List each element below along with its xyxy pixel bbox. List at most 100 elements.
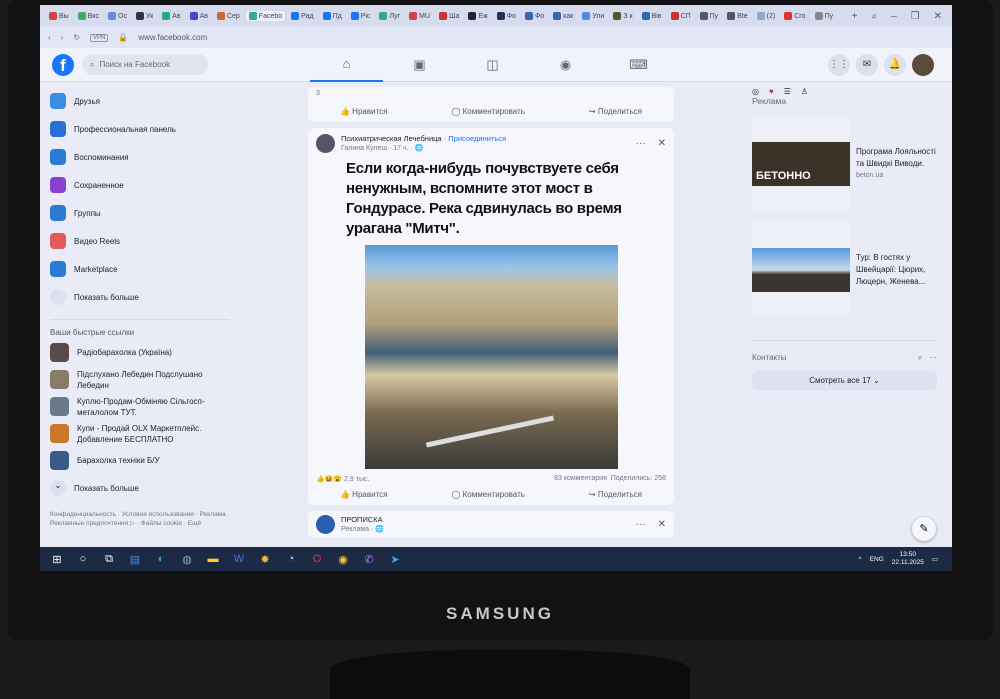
browser-tab[interactable]: (2)	[754, 11, 779, 21]
facebook-logo[interactable]: f	[52, 53, 74, 76]
sidebar-item[interactable]: Группы	[50, 199, 230, 227]
browser-tab[interactable]: Сго	[781, 11, 808, 21]
shortcut-item[interactable]: Купи - Продай OLX Маркетплейс. Добавлени…	[50, 420, 230, 447]
opera-icon[interactable]: O	[304, 547, 330, 571]
browser-tab[interactable]: Ос	[105, 11, 130, 21]
like-button[interactable]: 👍 Нравится	[340, 107, 388, 116]
menu-grid-icon[interactable]: ⋮⋮	[828, 53, 850, 76]
search-input[interactable]: ⌕ Поиск на Facebook	[82, 54, 208, 75]
show-more-shortcuts[interactable]: ⌄ Показать больше	[50, 474, 230, 502]
sidebar-item[interactable]: Сохраненное	[50, 171, 230, 199]
more-options-icon[interactable]: ···	[636, 138, 646, 149]
group-avatar[interactable]	[316, 134, 335, 153]
minimize-button[interactable]: –	[891, 11, 897, 22]
clock[interactable]: 13:50 22.11.2025	[892, 551, 924, 567]
close-icon[interactable]: ✕	[658, 138, 666, 149]
ad-item[interactable]: БЕТОННО Програма Лояльності та Швидкі Ви…	[752, 116, 937, 212]
search-button[interactable]: ○	[70, 547, 96, 571]
like-button[interactable]: 👍 Нравится	[340, 490, 388, 499]
browser-tab[interactable]: Ав	[159, 11, 183, 21]
start-button[interactable]: ⊞	[44, 547, 70, 571]
nav-home[interactable]: ⌂	[310, 48, 383, 82]
page-avatar[interactable]	[316, 515, 335, 534]
browser-tab[interactable]: Пд	[320, 11, 345, 21]
browser-tab[interactable]: Фо	[494, 11, 519, 21]
browser-tab[interactable]: Рад	[288, 11, 316, 21]
avatar[interactable]	[912, 53, 934, 76]
browser-tab[interactable]: Ріс	[348, 11, 374, 21]
browser-tab[interactable]: Facebo	[245, 11, 286, 21]
comment-button[interactable]: ◯ Комментировать	[451, 490, 524, 499]
sidebar-item[interactable]: Профессиональная панель	[50, 115, 230, 143]
shares-count[interactable]: Поделились: 258	[611, 475, 666, 482]
nav-video[interactable]: ▣	[383, 48, 456, 82]
url-field[interactable]: www.facebook.com	[138, 33, 207, 42]
sidebar-item[interactable]: Друзья	[50, 87, 230, 115]
app-icon[interactable]: ◍	[174, 547, 200, 571]
share-button[interactable]: ↪ Поделиться	[589, 490, 642, 499]
ad-item[interactable]: Тур: В гостях у Швейцарії: Цюрих, Люцерн…	[752, 222, 937, 318]
word-icon[interactable]: W	[226, 547, 252, 571]
browser-tab[interactable]: Пу	[812, 11, 837, 21]
browser-tab[interactable]: Вte	[724, 11, 751, 21]
comments-count[interactable]: 83 комментария	[554, 475, 607, 482]
close-window-button[interactable]: ✕	[934, 11, 942, 22]
browser-tab[interactable]: Луг	[376, 11, 403, 21]
sidebar-item[interactable]: Marketplace	[50, 255, 230, 283]
footer-links[interactable]: Конфиденциальность · Условия использован…	[50, 510, 230, 528]
post-image[interactable]	[364, 245, 618, 469]
app-icon[interactable]: ✸	[252, 547, 278, 571]
browser-tab[interactable]: Ав	[187, 11, 211, 21]
see-all-contacts-button[interactable]: Смотреть все 17 ⌄	[752, 371, 937, 390]
task-view-button[interactable]: ⧉	[96, 547, 122, 571]
shortcut-item[interactable]: Підслухано Лебедин Подслушано Лебедин	[50, 366, 230, 393]
notifications-icon[interactable]: ▭	[932, 555, 938, 563]
browser-tab[interactable]: Ша	[436, 11, 462, 21]
browser-tab[interactable]: Пу	[697, 11, 722, 21]
edge-icon[interactable]: ◐	[148, 547, 174, 571]
browser-tab[interactable]: Вів	[639, 11, 665, 21]
tray-chevron-icon[interactable]: ^	[859, 556, 862, 563]
more-options-icon[interactable]: ···	[636, 519, 646, 530]
back-button[interactable]: ‹	[48, 33, 51, 42]
vpn-badge[interactable]: VPN	[90, 33, 109, 42]
browser-tab[interactable]: СП	[668, 11, 694, 21]
new-message-button[interactable]: ✎	[912, 517, 936, 541]
share-button[interactable]: ↪ Поделиться	[589, 107, 642, 116]
browser-tab[interactable]: как	[550, 11, 576, 21]
chrome-icon[interactable]: ◉	[330, 547, 356, 571]
browser-tab[interactable]: Фо	[522, 11, 547, 21]
browser-tab[interactable]: Сер	[214, 11, 243, 21]
browser-tab[interactable]: Ули	[579, 11, 607, 21]
nav-gaming[interactable]: ⌨	[602, 48, 675, 82]
join-link[interactable]: · Присоединиться	[444, 134, 506, 143]
explorer-icon[interactable]: ▬	[200, 547, 226, 571]
browser-tab[interactable]: Вкс	[75, 11, 102, 21]
shortcut-item[interactable]: Барахолка техніки Б/У	[50, 447, 230, 474]
nav-groups[interactable]: ◉	[529, 48, 602, 82]
page-name[interactable]: ПРОПИСКА	[341, 515, 384, 525]
forward-button[interactable]: ›	[61, 33, 64, 42]
reload-button[interactable]: ↻	[73, 33, 80, 42]
sidebar-item[interactable]: Воспоминания	[50, 143, 230, 171]
app-icon[interactable]: ◔	[278, 547, 304, 571]
shortcut-item[interactable]: Куплю-Продам-Обміняю Сільгосп-металолом …	[50, 393, 230, 420]
reactions-summary[interactable]: 👍😆😮 2,9 тыс.	[316, 475, 369, 483]
viber-icon[interactable]: ✆	[356, 547, 382, 571]
group-name[interactable]: Психиатрическая Лечебница	[341, 134, 442, 143]
close-icon[interactable]: ✕	[658, 519, 666, 530]
language-indicator[interactable]: ENG	[870, 556, 884, 563]
search-tabs-icon[interactable]: ⌕	[871, 11, 877, 22]
app-icon[interactable]: ▤	[122, 547, 148, 571]
messenger-icon[interactable]: ✉	[856, 53, 878, 76]
new-tab-button[interactable]: +	[852, 11, 858, 22]
nav-marketplace[interactable]: ◫	[456, 48, 529, 82]
more-options-icon[interactable]: ···	[929, 353, 937, 362]
browser-tab[interactable]: Вы	[46, 11, 72, 21]
browser-tab[interactable]: Ук	[133, 11, 156, 21]
browser-tab[interactable]: МU	[406, 11, 433, 21]
shortcut-item[interactable]: Радіобарахолка (Україна)	[50, 339, 230, 366]
browser-tab[interactable]: З к	[610, 11, 635, 21]
search-contacts-icon[interactable]: ⌕	[918, 353, 922, 362]
notifications-icon[interactable]: 🔔	[884, 53, 906, 76]
